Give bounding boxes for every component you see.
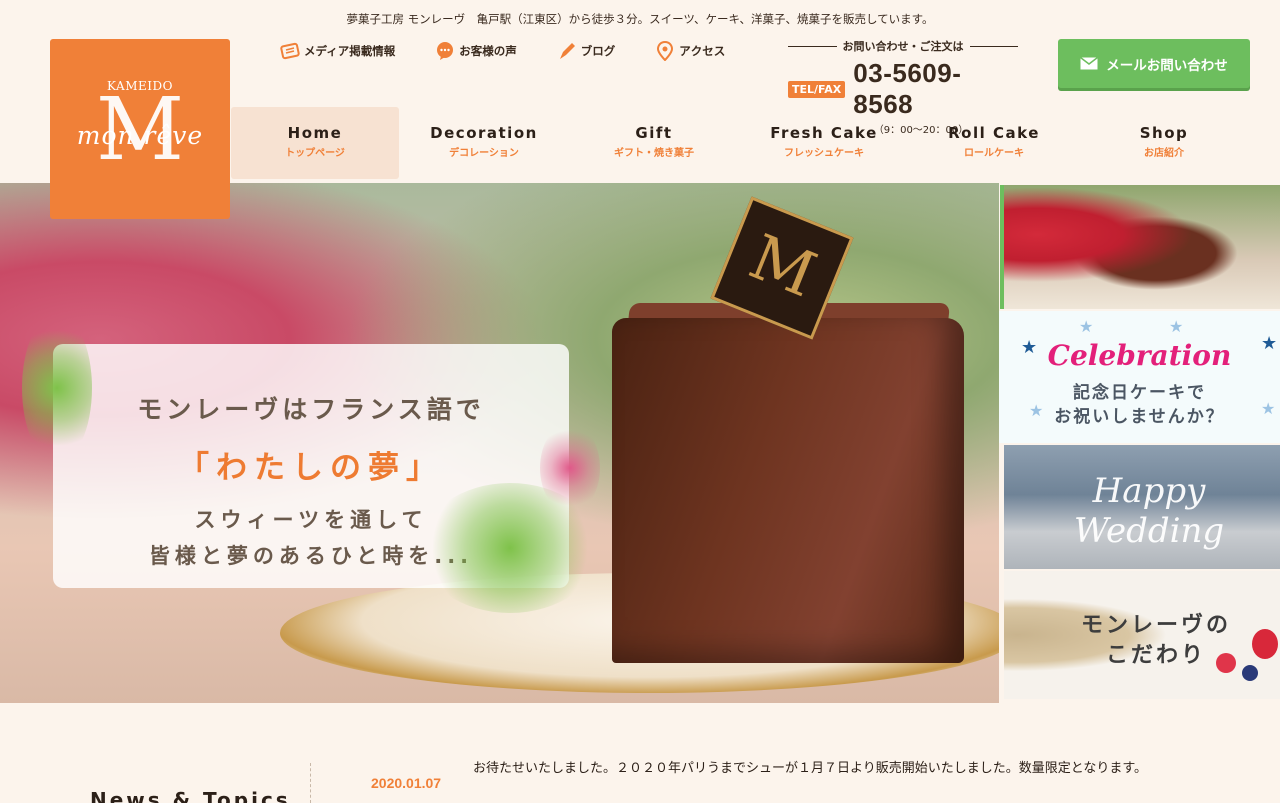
util-label-media: メディア掲載情報 [304,44,396,58]
star-icon: ★ [1169,317,1184,336]
wedding-banner[interactable]: Happy Wedding [1004,445,1280,569]
util-link-access[interactable]: アクセス [655,41,725,61]
celebration-banner[interactable]: ★ ★ ★ ★ ★ ★ Celebration 記念日ケーキで お祝いしませんか… [999,311,1280,443]
hero-chocolate-cake-image [612,318,964,663]
utility-nav: メディア掲載情報 お客様の声 ブログ アクセス [280,40,765,62]
speech-bubble-icon [437,42,454,60]
hero-slider[interactable]: M モンレーヴはフランス語で 「わたしの夢」 スウィーツを通して 皆様と夢のある… [0,183,999,703]
pen-icon [559,43,575,59]
nav-roll-cake[interactable]: Roll Cake ロールケーキ [909,107,1079,179]
nav-home-en: Home [287,124,343,142]
celebration-title: Celebration [1047,339,1232,372]
map-pin-icon [657,41,674,61]
mail-contact-button[interactable]: メールお問い合わせ [1058,39,1250,88]
news-item-text[interactable]: お待たせいたしました。２０２０年パリうまでシューが１月７日より販売開始いたしまし… [473,762,1183,776]
hero-line-1: モンレーヴはフランス語で [137,395,485,424]
site-tagline: 夢菓子工房 モンレーヴ 亀戸駅（江東区）から徒歩３分。スイーツ、ケーキ、洋菓子、… [346,12,934,26]
celebration-sub-1: 記念日ケーキで [1073,383,1206,403]
kodawari-line-1: モンレーヴの [1080,613,1231,638]
strawberry-image [1252,629,1278,659]
nav-fresh-cake[interactable]: Fresh Cake フレッシュケーキ [739,107,909,179]
nav-fresh-cake-ja: フレッシュケーキ [784,148,864,159]
nav-roll-cake-en: Roll Cake [948,124,1040,142]
star-icon: ★ [1079,317,1094,336]
nav-gift-ja: ギフト・焼き菓子 [614,148,694,159]
contact-label: お問い合わせ・ご注文は [842,40,964,53]
nav-fresh-cake-en: Fresh Cake [770,124,878,142]
logo-script-text: mon rêve [76,121,204,150]
util-link-media[interactable]: メディア掲載情報 [280,41,395,61]
nav-gift-en: Gift [635,124,673,142]
newspaper-icon [280,42,300,60]
util-link-blog[interactable]: ブログ [557,41,616,61]
news-divider [310,763,311,803]
kodawari-banner[interactable]: モンレーヴの こだわり [1004,571,1280,699]
news-section-title: News & Topics [90,788,291,803]
hero-line-2: 「わたしの夢」 [178,450,444,486]
util-label-blog: ブログ [580,44,616,58]
slide-thumbnail-cake[interactable] [1000,185,1280,309]
flower-vine-decoration [540,423,600,513]
util-label-access: アクセス [679,44,726,58]
nav-shop-en: Shop [1139,124,1189,142]
news-date: 2020.01.07 [371,775,442,791]
side-banners: ★ ★ ★ ★ ★ ★ Celebration 記念日ケーキで お祝いしませんか… [999,183,1280,703]
blueberry-image [1242,665,1258,681]
nav-shop[interactable]: Shop お店紹介 [1079,107,1249,179]
main-nav: Home トップページ Decoration デコレーション Gift ギフト・… [231,107,1249,179]
tel-fax-badge: TEL/FAX [788,80,846,98]
nav-home[interactable]: Home トップページ [231,107,399,179]
site-logo[interactable]: KAMEIDO M mon rêve [50,39,230,219]
nav-home-ja: トップページ [285,148,345,159]
nav-decoration-ja: デコレーション [449,148,519,159]
nav-decoration[interactable]: Decoration デコレーション [399,107,569,179]
nav-gift[interactable]: Gift ギフト・焼き菓子 [569,107,739,179]
nav-decoration-en: Decoration [430,124,538,142]
util-label-voice: お客様の声 [459,44,517,58]
flower-vine-decoration [22,313,92,463]
wedding-title: Happy Wedding [1073,471,1225,551]
raspberry-image [1216,653,1236,673]
nav-roll-cake-ja: ロールケーキ [964,148,1024,159]
mail-button-label: メールお問い合わせ [1106,57,1228,74]
envelope-icon [1080,57,1099,70]
util-link-voice[interactable]: お客様の声 [435,41,517,61]
nav-shop-ja: お店紹介 [1144,148,1184,159]
celebration-sub-2: お祝いしませんか？ [1054,407,1225,427]
